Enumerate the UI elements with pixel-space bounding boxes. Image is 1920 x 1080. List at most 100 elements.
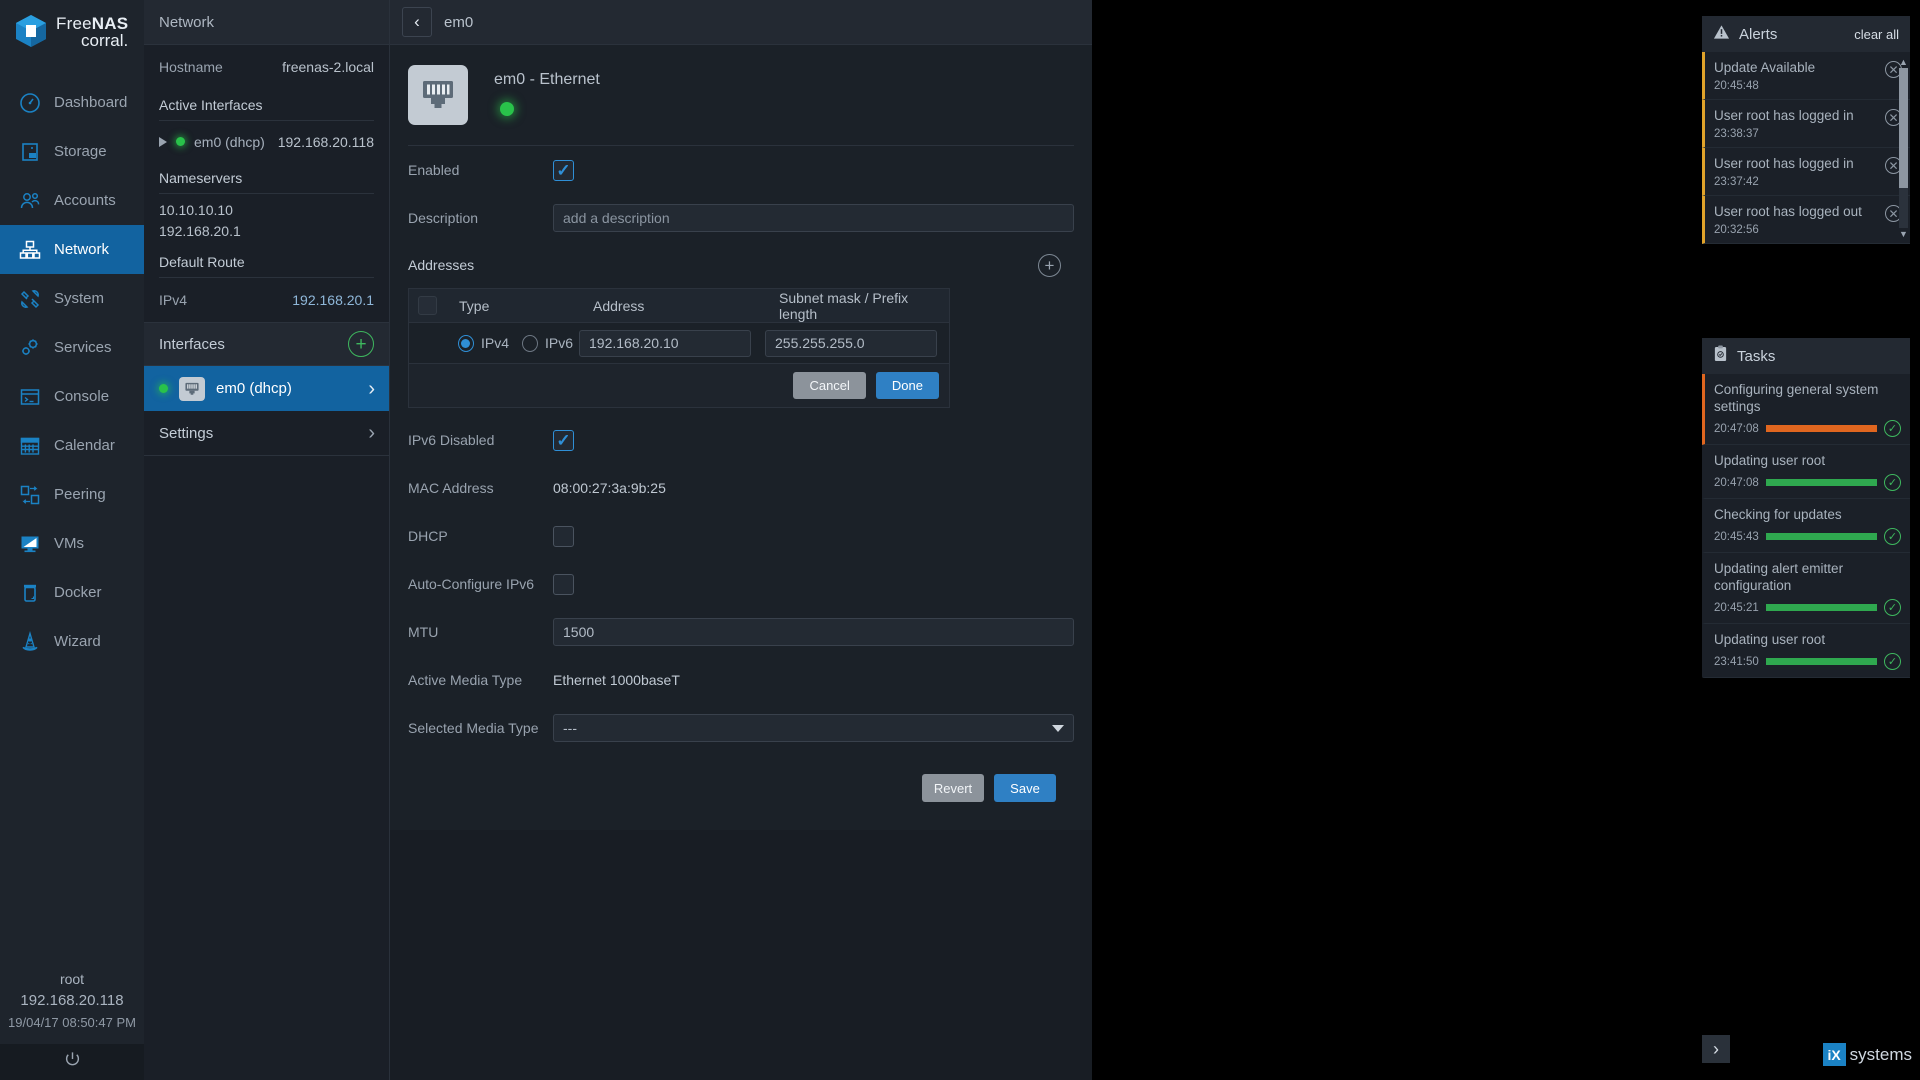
alert-item[interactable]: User root has logged in 23:38:37 ✕ bbox=[1702, 100, 1910, 148]
task-meta: 20:47:08 ✓ bbox=[1705, 469, 1901, 491]
brand-corral: corral. bbox=[56, 32, 128, 49]
selected-media-select[interactable]: --- bbox=[553, 714, 1074, 742]
sidebar-item-storage[interactable]: Storage bbox=[0, 127, 144, 176]
back-button[interactable]: ‹ bbox=[402, 7, 432, 37]
page-title: em0 bbox=[444, 14, 473, 31]
sidebar-item-calendar[interactable]: Calendar bbox=[0, 421, 144, 470]
tasks-list: Configuring general system settings 20:4… bbox=[1702, 374, 1910, 678]
form-actions: Revert Save bbox=[408, 752, 1074, 802]
sidebar-item-dashboard[interactable]: Dashboard bbox=[0, 78, 144, 127]
session-timestamp: 19/04/17 08:50:47 PM bbox=[0, 1012, 144, 1034]
expand-triangle-icon[interactable] bbox=[159, 137, 167, 147]
alert-title: Update Available bbox=[1714, 59, 1885, 76]
task-progress-fill bbox=[1766, 533, 1877, 540]
chevron-down-icon bbox=[1052, 725, 1064, 732]
sidebar-item-console[interactable]: Console bbox=[0, 372, 144, 421]
radio-ipv4[interactable] bbox=[458, 335, 474, 352]
network-list-panel: Network Hostname freenas-2.local Active … bbox=[144, 0, 390, 1080]
nameservers-heading: Nameservers bbox=[159, 162, 374, 194]
system-icon bbox=[17, 286, 43, 312]
sidebar-item-accounts[interactable]: Accounts bbox=[0, 176, 144, 225]
sidebar-item-label: Services bbox=[54, 339, 112, 356]
alerts-list[interactable]: Update Available 20:45:48 ✕ User root ha… bbox=[1702, 52, 1910, 244]
sidebar-item-label: Console bbox=[54, 388, 109, 405]
task-progress-fill bbox=[1766, 604, 1877, 611]
sidebar-item-wizard[interactable]: Wizard bbox=[0, 617, 144, 666]
hostname-row: Hostname freenas-2.local bbox=[159, 45, 374, 89]
radio-ipv6[interactable] bbox=[522, 335, 538, 352]
select-all-checkbox[interactable] bbox=[418, 296, 437, 315]
session-info: root 192.168.20.118 19/04/17 08:50:47 PM bbox=[0, 968, 144, 1044]
sidebar-item-docker[interactable]: Docker bbox=[0, 568, 144, 617]
address-input[interactable]: 192.168.20.10 bbox=[579, 330, 751, 357]
sidebar-item-network[interactable]: Network bbox=[0, 225, 144, 274]
interfaces-section-header: Interfaces + bbox=[144, 322, 389, 366]
description-input[interactable]: add a description bbox=[553, 204, 1074, 232]
task-item[interactable]: Updating user root 20:47:08 ✓ bbox=[1702, 445, 1910, 499]
alert-item[interactable]: User root has logged out 20:32:56 ✕ bbox=[1702, 196, 1910, 244]
task-item[interactable]: Checking for updates 20:45:43 ✓ bbox=[1702, 499, 1910, 553]
alerts-scrollbar[interactable]: ▲ ▼ bbox=[1899, 56, 1908, 240]
peering-icon bbox=[17, 482, 43, 508]
task-item[interactable]: Updating alert emitter configuration 20:… bbox=[1702, 553, 1910, 624]
select-all-cell[interactable] bbox=[409, 296, 445, 315]
dhcp-checkbox[interactable] bbox=[553, 526, 574, 547]
dock-collapse-button[interactable]: › bbox=[1702, 1035, 1730, 1063]
addresses-table-actions: Cancel Done bbox=[409, 363, 949, 407]
revert-button[interactable]: Revert bbox=[922, 774, 984, 802]
cancel-button[interactable]: Cancel bbox=[793, 372, 865, 399]
enabled-label: Enabled bbox=[408, 162, 553, 178]
scrollbar-thumb[interactable] bbox=[1899, 68, 1908, 188]
description-label: Description bbox=[408, 210, 553, 226]
add-interface-button[interactable]: + bbox=[348, 331, 374, 357]
task-item[interactable]: Updating user root 23:41:50 ✓ bbox=[1702, 624, 1910, 678]
task-item[interactable]: Configuring general system settings 20:4… bbox=[1702, 374, 1910, 445]
add-address-button[interactable]: + bbox=[1038, 254, 1061, 277]
ethernet-icon bbox=[179, 377, 205, 401]
task-progress-fill bbox=[1766, 425, 1877, 432]
detail-card: em0 - Ethernet Enabled ✓ Description add… bbox=[390, 45, 1092, 830]
active-interface-row[interactable]: em0 (dhcp) 192.168.20.118 bbox=[159, 121, 374, 162]
power-icon bbox=[63, 1050, 82, 1074]
clear-all-button[interactable]: clear all bbox=[1854, 27, 1899, 42]
warning-icon bbox=[1713, 24, 1730, 45]
interface-row-em0[interactable]: em0 (dhcp) › bbox=[144, 366, 389, 411]
enabled-checkbox[interactable]: ✓ bbox=[553, 160, 574, 181]
settings-row[interactable]: Settings › bbox=[144, 411, 389, 456]
task-progress-bar bbox=[1766, 479, 1877, 486]
sidebar-item-vms[interactable]: VMs bbox=[0, 519, 144, 568]
scroll-up-icon[interactable]: ▲ bbox=[1899, 56, 1908, 68]
sidebar-item-services[interactable]: Services bbox=[0, 323, 144, 372]
settings-row-label: Settings bbox=[159, 425, 213, 442]
active-media-value: Ethernet 1000baseT bbox=[553, 672, 680, 688]
alert-title: User root has logged in bbox=[1714, 107, 1885, 124]
sidebar-item-peering[interactable]: Peering bbox=[0, 470, 144, 519]
mtu-input[interactable]: 1500 bbox=[553, 618, 1074, 646]
nameserver-item: 192.168.20.1 bbox=[159, 221, 374, 242]
app-logo[interactable]: FreeNAS corral. bbox=[0, 0, 144, 52]
mtu-label: MTU bbox=[408, 624, 553, 640]
alert-item[interactable]: Update Available 20:45:48 ✕ bbox=[1702, 52, 1910, 100]
services-icon bbox=[17, 335, 43, 361]
netmask-input[interactable]: 255.255.255.0 bbox=[765, 330, 937, 357]
hostname-label: Hostname bbox=[159, 59, 223, 75]
addresses-table: Type Address Subnet mask / Prefix length… bbox=[408, 288, 950, 408]
clipboard-icon bbox=[1713, 345, 1728, 367]
ipv6-disabled-checkbox[interactable]: ✓ bbox=[553, 430, 574, 451]
nameserver-item: 10.10.10.10 bbox=[159, 200, 374, 221]
default-route-value: 192.168.20.1 bbox=[292, 292, 374, 308]
task-progress-bar bbox=[1766, 604, 1877, 611]
sidebar-item-system[interactable]: System bbox=[0, 274, 144, 323]
autoconfigure-ipv6-checkbox[interactable] bbox=[553, 574, 574, 595]
task-title: Checking for updates bbox=[1705, 506, 1901, 523]
done-button[interactable]: Done bbox=[876, 372, 939, 399]
nameservers-list: 10.10.10.10 192.168.20.1 bbox=[159, 194, 374, 246]
scroll-down-icon[interactable]: ▼ bbox=[1899, 228, 1908, 240]
session-user: root bbox=[0, 968, 144, 990]
power-button[interactable] bbox=[0, 1044, 144, 1080]
active-media-row: Active Media Type Ethernet 1000baseT bbox=[408, 656, 1074, 704]
alert-item[interactable]: User root has logged in 23:37:42 ✕ bbox=[1702, 148, 1910, 196]
alert-body: User root has logged out 20:32:56 bbox=[1705, 203, 1885, 236]
save-button[interactable]: Save bbox=[994, 774, 1056, 802]
chevron-left-icon: ‹ bbox=[414, 12, 420, 32]
